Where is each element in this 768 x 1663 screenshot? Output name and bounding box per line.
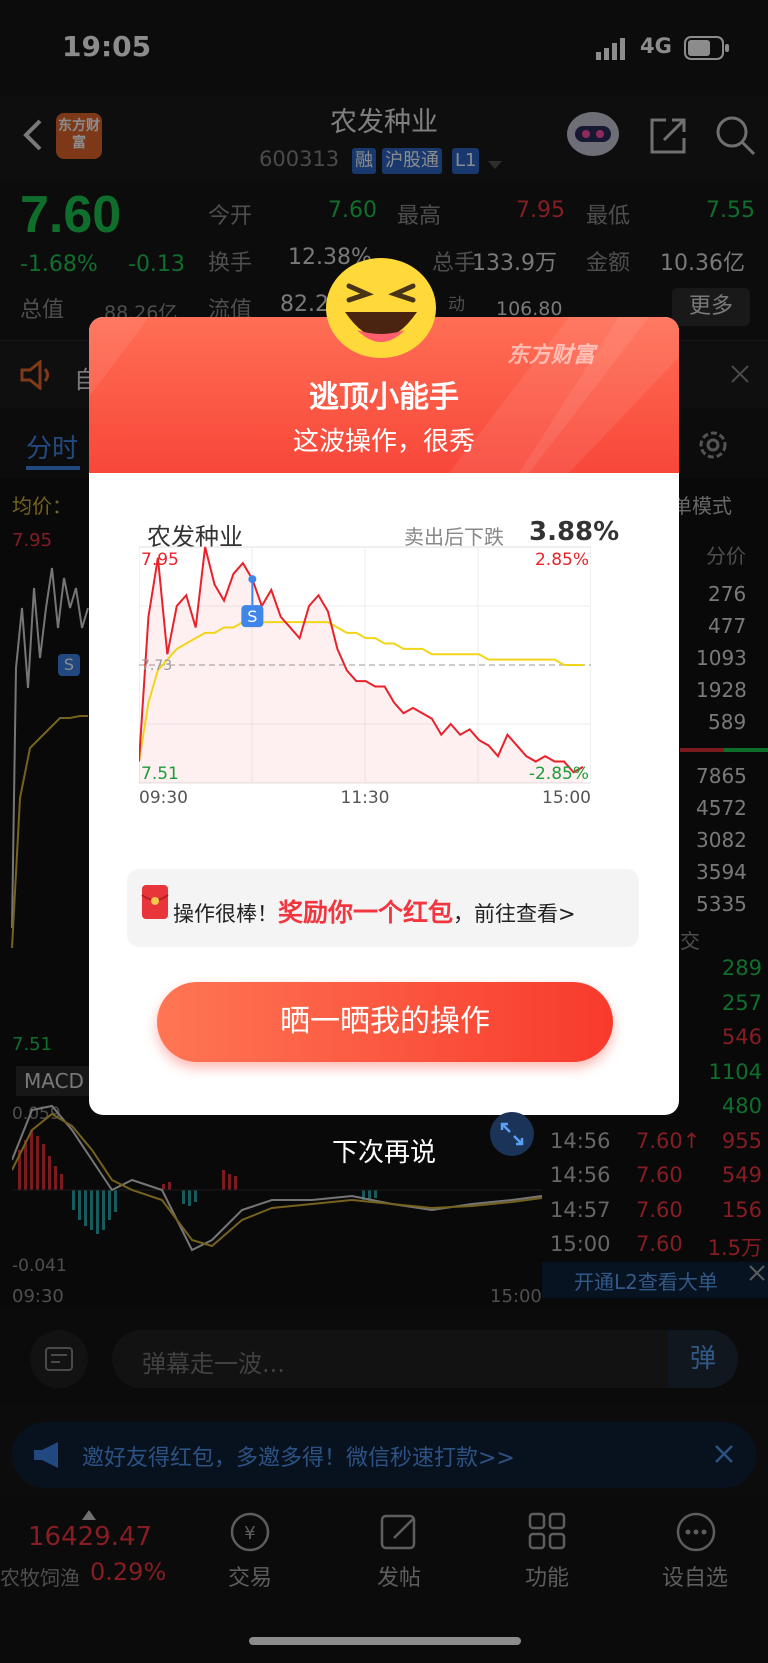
mini-x-tick: 11:30 — [341, 788, 390, 805]
laughing-emoji-icon — [323, 256, 439, 360]
share-operation-button[interactable]: 晒一晒我的操作 — [157, 982, 613, 1062]
mini-high-label: 7.95 — [141, 550, 179, 570]
reward-text[interactable]: 操作很棒！奖励你一个红包，前往查看> — [173, 893, 576, 929]
mini-chart: 7.95 2.85% 7.51 -2.85% 7.73 09:30 11:30 15:00 S — [138, 545, 592, 808]
drop-value: 3.88% — [529, 517, 620, 547]
brand-watermark: 东方财富 — [507, 343, 596, 368]
expand-icon[interactable] — [490, 1112, 534, 1156]
dismiss-later-button[interactable]: 下次再说 — [0, 1132, 768, 1169]
red-envelope-icon — [141, 883, 169, 921]
share-modal: 东方财富 逃顶小能手 这波操作，很秀 农发种业 卖出后下跌 3.88% 7.95… — [89, 317, 679, 1115]
reward-highlight: 奖励你一个红包 — [278, 898, 454, 927]
reward-prefix: 操作很棒！ — [173, 902, 278, 926]
reward-suffix: ，前往查看> — [453, 902, 576, 926]
mini-mid-label: 7.73 — [141, 658, 172, 674]
mini-chart-svg: 7.95 2.85% 7.51 -2.85% 7.73 09:30 11:30 15:00 S — [138, 546, 592, 808]
mini-sell-label: S — [247, 607, 257, 626]
mini-high-pct: 2.85% — [535, 550, 589, 570]
modal-title: 逃顶小能手 — [309, 380, 459, 415]
modal-subtitle: 这波操作，很秀 — [292, 427, 475, 457]
app-screen: 19:05 4G 东方财富 农发种业 600313 融 沪股通 L1 7.60 … — [0, 0, 768, 1663]
mini-x-tick: 15:00 — [542, 788, 591, 805]
mini-x-tick: 09:30 — [139, 788, 188, 805]
mini-low-label: 7.51 — [141, 764, 179, 784]
mini-low-pct: -2.85% — [529, 764, 589, 784]
